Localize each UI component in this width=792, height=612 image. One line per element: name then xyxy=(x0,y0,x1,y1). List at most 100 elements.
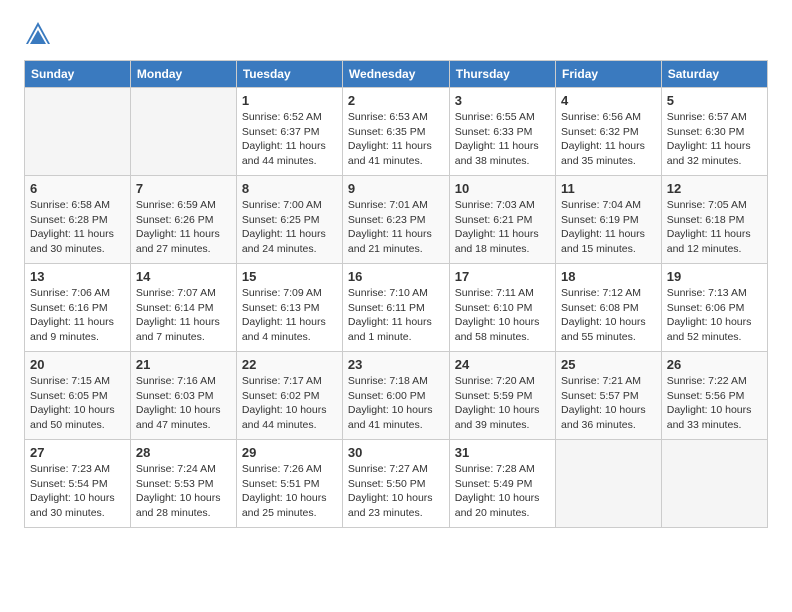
day-number: 5 xyxy=(667,93,762,108)
day-number: 12 xyxy=(667,181,762,196)
day-number: 31 xyxy=(455,445,550,460)
calendar-cell: 17 Sunrise: 7:11 AM Sunset: 6:10 PM Dayli… xyxy=(449,264,555,352)
calendar-cell: 16 Sunrise: 7:10 AM Sunset: 6:11 PM Dayli… xyxy=(342,264,449,352)
calendar-cell: 15 Sunrise: 7:09 AM Sunset: 6:13 PM Dayli… xyxy=(236,264,342,352)
day-number: 20 xyxy=(30,357,125,372)
day-number: 24 xyxy=(455,357,550,372)
calendar-header-row: SundayMondayTuesdayWednesdayThursdayFrid… xyxy=(25,61,768,88)
calendar-cell xyxy=(556,440,662,528)
calendar-cell: 23Sunrise: 7:18 AM Sunset: 6:00 PM Dayli… xyxy=(342,352,449,440)
weekday-header: Friday xyxy=(556,61,662,88)
day-number: 26 xyxy=(667,357,762,372)
day-number: 11 xyxy=(561,181,656,196)
day-number: 7 xyxy=(136,181,231,196)
day-number: 19 xyxy=(667,269,762,284)
day-info: Sunrise: 6:55 AM Sunset: 6:33 PM Dayligh… xyxy=(455,110,550,169)
day-number: 18 xyxy=(561,269,656,284)
day-info: Sunrise: 7:00 AM Sunset: 6:25 PM Dayligh… xyxy=(242,198,337,257)
day-number: 25 xyxy=(561,357,656,372)
calendar-cell: 7Sunrise: 6:59 AM Sunset: 6:26 PM Daylig… xyxy=(130,176,236,264)
calendar-cell xyxy=(661,440,767,528)
day-info: Sunrise: 7:09 AM Sunset: 6:13 PM Dayligh… xyxy=(242,286,337,345)
day-number: 30 xyxy=(348,445,444,460)
day-info: Sunrise: 7:16 AM Sunset: 6:03 PM Dayligh… xyxy=(136,374,231,433)
day-info: Sunrise: 7:26 AM Sunset: 5:51 PM Dayligh… xyxy=(242,462,337,521)
day-info: Sunrise: 7:23 AM Sunset: 5:54 PM Dayligh… xyxy=(30,462,125,521)
day-info: Sunrise: 6:56 AM Sunset: 6:32 PM Dayligh… xyxy=(561,110,656,169)
day-info: Sunrise: 7:17 AM Sunset: 6:02 PM Dayligh… xyxy=(242,374,337,433)
calendar-week-row: 13 Sunrise: 7:06 AM Sunset: 6:16 PM Dayli… xyxy=(25,264,768,352)
weekday-header: Monday xyxy=(130,61,236,88)
day-number: 13 xyxy=(30,269,125,284)
day-info: Sunrise: 7:04 AM Sunset: 6:19 PM Dayligh… xyxy=(561,198,656,257)
day-info: Sunrise: 7:21 AM Sunset: 5:57 PM Dayligh… xyxy=(561,374,656,433)
calendar-cell: 10 Sunrise: 7:03 AM Sunset: 6:21 PM Dayli… xyxy=(449,176,555,264)
day-info: Sunrise: 7:03 AM Sunset: 6:21 PM Dayligh… xyxy=(455,198,550,257)
calendar-cell xyxy=(25,88,131,176)
weekday-header: Sunday xyxy=(25,61,131,88)
calendar-cell: 31 Sunrise: 7:28 AM Sunset: 5:49 PM Dayli… xyxy=(449,440,555,528)
calendar-cell: 28 Sunrise: 7:24 AM Sunset: 5:53 PM Dayli… xyxy=(130,440,236,528)
day-info: Sunrise: 7:11 AM Sunset: 6:10 PM Dayligh… xyxy=(455,286,550,345)
day-info: Sunrise: 7:10 AM Sunset: 6:11 PM Dayligh… xyxy=(348,286,444,345)
day-info: Sunrise: 7:15 AM Sunset: 6:05 PM Dayligh… xyxy=(30,374,125,433)
day-number: 3 xyxy=(455,93,550,108)
calendar-cell: 20 Sunrise: 7:15 AM Sunset: 6:05 PM Dayli… xyxy=(25,352,131,440)
calendar-table: SundayMondayTuesdayWednesdayThursdayFrid… xyxy=(24,60,768,528)
day-number: 17 xyxy=(455,269,550,284)
day-number: 8 xyxy=(242,181,337,196)
day-number: 27 xyxy=(30,445,125,460)
day-number: 10 xyxy=(455,181,550,196)
calendar-cell: 30 Sunrise: 7:27 AM Sunset: 5:50 PM Dayli… xyxy=(342,440,449,528)
day-info: Sunrise: 7:24 AM Sunset: 5:53 PM Dayligh… xyxy=(136,462,231,521)
calendar-cell: 5 Sunrise: 6:57 AM Sunset: 6:30 PM Daylig… xyxy=(661,88,767,176)
day-number: 23 xyxy=(348,357,444,372)
calendar-cell: 13 Sunrise: 7:06 AM Sunset: 6:16 PM Dayli… xyxy=(25,264,131,352)
day-info: Sunrise: 7:22 AM Sunset: 5:56 PM Dayligh… xyxy=(667,374,762,433)
day-info: Sunrise: 7:28 AM Sunset: 5:49 PM Dayligh… xyxy=(455,462,550,521)
day-number: 2 xyxy=(348,93,444,108)
weekday-header: Saturday xyxy=(661,61,767,88)
calendar-cell: 6 Sunrise: 6:58 AM Sunset: 6:28 PM Daylig… xyxy=(25,176,131,264)
day-number: 16 xyxy=(348,269,444,284)
calendar-cell: 14Sunrise: 7:07 AM Sunset: 6:14 PM Dayli… xyxy=(130,264,236,352)
day-number: 28 xyxy=(136,445,231,460)
day-number: 6 xyxy=(30,181,125,196)
day-info: Sunrise: 7:20 AM Sunset: 5:59 PM Dayligh… xyxy=(455,374,550,433)
calendar-cell: 25 Sunrise: 7:21 AM Sunset: 5:57 PM Dayli… xyxy=(556,352,662,440)
calendar-cell: 11 Sunrise: 7:04 AM Sunset: 6:19 PM Dayli… xyxy=(556,176,662,264)
calendar-cell: 22 Sunrise: 7:17 AM Sunset: 6:02 PM Dayli… xyxy=(236,352,342,440)
day-number: 29 xyxy=(242,445,337,460)
day-info: Sunrise: 6:58 AM Sunset: 6:28 PM Dayligh… xyxy=(30,198,125,257)
calendar-week-row: 1Sunrise: 6:52 AM Sunset: 6:37 PM Daylig… xyxy=(25,88,768,176)
day-info: Sunrise: 6:53 AM Sunset: 6:35 PM Dayligh… xyxy=(348,110,444,169)
day-number: 9 xyxy=(348,181,444,196)
day-info: Sunrise: 6:52 AM Sunset: 6:37 PM Dayligh… xyxy=(242,110,337,169)
calendar-week-row: 27 Sunrise: 7:23 AM Sunset: 5:54 PM Dayli… xyxy=(25,440,768,528)
calendar-cell: 12Sunrise: 7:05 AM Sunset: 6:18 PM Dayli… xyxy=(661,176,767,264)
day-info: Sunrise: 7:13 AM Sunset: 6:06 PM Dayligh… xyxy=(667,286,762,345)
calendar-cell: 29 Sunrise: 7:26 AM Sunset: 5:51 PM Dayli… xyxy=(236,440,342,528)
day-info: Sunrise: 7:12 AM Sunset: 6:08 PM Dayligh… xyxy=(561,286,656,345)
calendar-cell: 3 Sunrise: 6:55 AM Sunset: 6:33 PM Daylig… xyxy=(449,88,555,176)
calendar-cell: 9Sunrise: 7:01 AM Sunset: 6:23 PM Daylig… xyxy=(342,176,449,264)
calendar-cell: 4 Sunrise: 6:56 AM Sunset: 6:32 PM Daylig… xyxy=(556,88,662,176)
calendar-cell: 27 Sunrise: 7:23 AM Sunset: 5:54 PM Dayli… xyxy=(25,440,131,528)
page-header xyxy=(24,20,768,48)
calendar-cell: 18 Sunrise: 7:12 AM Sunset: 6:08 PM Dayli… xyxy=(556,264,662,352)
day-number: 22 xyxy=(242,357,337,372)
day-info: Sunrise: 7:27 AM Sunset: 5:50 PM Dayligh… xyxy=(348,462,444,521)
day-number: 4 xyxy=(561,93,656,108)
calendar-week-row: 20 Sunrise: 7:15 AM Sunset: 6:05 PM Dayli… xyxy=(25,352,768,440)
calendar-cell: 24 Sunrise: 7:20 AM Sunset: 5:59 PM Dayli… xyxy=(449,352,555,440)
calendar-cell: 21 Sunrise: 7:16 AM Sunset: 6:03 PM Dayli… xyxy=(130,352,236,440)
calendar-cell: 2 Sunrise: 6:53 AM Sunset: 6:35 PM Daylig… xyxy=(342,88,449,176)
day-info: Sunrise: 7:06 AM Sunset: 6:16 PM Dayligh… xyxy=(30,286,125,345)
calendar-cell: 8 Sunrise: 7:00 AM Sunset: 6:25 PM Daylig… xyxy=(236,176,342,264)
day-number: 21 xyxy=(136,357,231,372)
day-info: Sunrise: 6:57 AM Sunset: 6:30 PM Dayligh… xyxy=(667,110,762,169)
calendar-cell: 1Sunrise: 6:52 AM Sunset: 6:37 PM Daylig… xyxy=(236,88,342,176)
day-number: 15 xyxy=(242,269,337,284)
logo-icon xyxy=(24,20,52,48)
weekday-header: Thursday xyxy=(449,61,555,88)
